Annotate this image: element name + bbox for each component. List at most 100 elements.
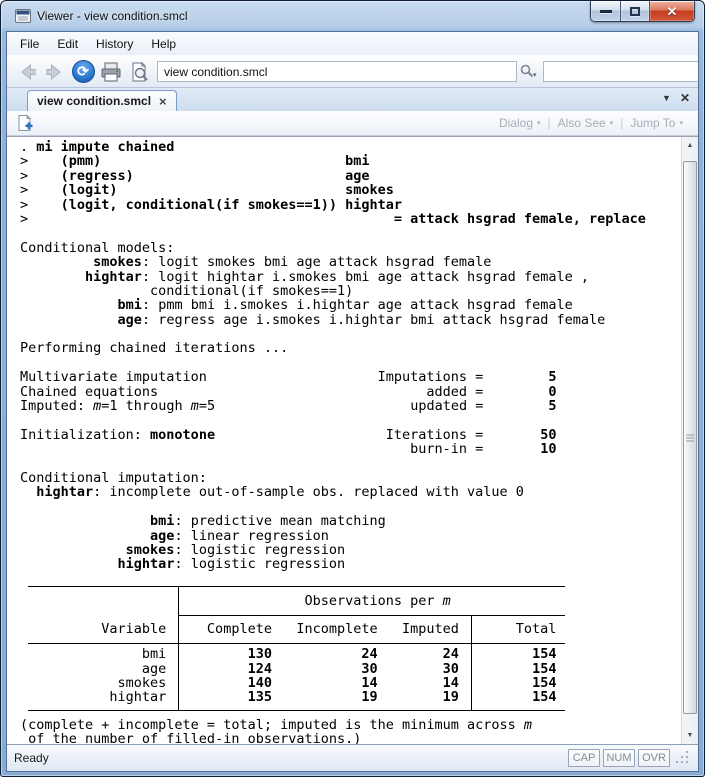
caps-lock-indicator: CAP xyxy=(568,749,600,767)
table-row: smokes 140 14 14 154 xyxy=(28,674,557,691)
output-line: > (logit) smokes xyxy=(20,182,394,199)
output-line: smokes: logit smokes bmi age attack hsgr… xyxy=(93,254,492,271)
search-options-button[interactable]: ▾ xyxy=(517,61,541,83)
print-button[interactable] xyxy=(97,58,125,86)
tab-label: view condition.smcl xyxy=(37,94,152,108)
num-lock-indicator: NUM xyxy=(603,749,635,767)
output-line: bmi: predictive mean matching xyxy=(150,513,386,530)
also-see-menu-button[interactable]: Also See ▾ xyxy=(551,116,621,130)
dialog-menu-button[interactable]: Dialog ▾ xyxy=(492,116,548,130)
scroll-up-button[interactable]: ▲ xyxy=(682,137,698,154)
tabbar-controls: ▼ ✕ xyxy=(662,92,690,104)
scroll-down-icon: ▼ xyxy=(686,732,694,739)
output-line: smokes: logistic regression xyxy=(125,541,346,558)
output-line: of the number of filled-in observations.… xyxy=(20,731,362,744)
output-line: bmi: pmm bmi i.smokes i.hightar age atta… xyxy=(117,297,573,314)
title-bar[interactable]: Viewer - view condition.smcl ✕ xyxy=(6,1,699,31)
scroll-up-icon: ▲ xyxy=(686,142,694,149)
output-line: hightar: logit hightar i.smokes bmi age … xyxy=(85,268,589,285)
printer-icon xyxy=(101,62,121,81)
tab-bar: view condition.smcl × ▼ ✕ xyxy=(7,88,698,111)
viewer-app-icon xyxy=(15,9,31,23)
viewer-window: Viewer - view condition.smcl ✕ File Edit… xyxy=(0,0,705,777)
minimize-icon xyxy=(599,9,612,13)
table-span-header: Observations per m xyxy=(304,593,451,610)
output-line: Initialization: monotone Iterations = 50 xyxy=(20,426,557,443)
client-area: File Edit History Help ⟳ view condition.… xyxy=(6,31,699,772)
window-controls: ✕ xyxy=(590,1,695,22)
tab-list-chevron-icon[interactable]: ▼ xyxy=(662,93,671,103)
tab-view-condition[interactable]: view condition.smcl × xyxy=(27,90,177,111)
menu-edit[interactable]: Edit xyxy=(48,34,87,54)
status-bar: Ready CAP NUM OVR xyxy=(7,744,698,771)
scrollbar-track[interactable] xyxy=(682,154,698,727)
menu-history[interactable]: History xyxy=(87,34,142,54)
jump-to-menu-button[interactable]: Jump To ▾ xyxy=(623,116,690,130)
overwrite-indicator: OVR xyxy=(638,749,670,767)
minimize-button[interactable] xyxy=(591,1,620,21)
output-footnote: (complete + incomplete = total; imputed … xyxy=(20,716,681,744)
resize-grip-icon xyxy=(676,750,688,763)
status-text: Ready xyxy=(14,751,49,765)
scrollbar-grip-icon xyxy=(686,434,694,441)
refresh-button[interactable]: ⟳ xyxy=(69,58,97,86)
output-line: Imputed: m=1 through m=5 updated = 5 xyxy=(20,398,557,415)
output-line: hightar: incomplete out-of-sample obs. r… xyxy=(36,484,524,501)
search-input[interactable] xyxy=(542,61,698,82)
resize-grip[interactable] xyxy=(676,750,691,766)
output-line: age: linear regression xyxy=(150,527,329,544)
menu-file[interactable]: File xyxy=(11,34,48,54)
menu-bar: File Edit History Help xyxy=(7,32,698,55)
menu-help[interactable]: Help xyxy=(142,34,185,54)
output-line: age: regress age i.smokes i.hightar bmi … xyxy=(117,311,606,328)
table-row: age 124 30 30 154 xyxy=(28,660,557,677)
forward-arrow-icon xyxy=(46,63,61,80)
output-block: . mi impute chained > (pmm) bmi > (regress… xyxy=(20,140,681,586)
maximize-icon xyxy=(630,6,640,16)
main-toolbar: ⟳ ▾ xyxy=(7,55,698,88)
table-column-header: Variable Complete Incomplete Imputed Tot… xyxy=(28,621,557,638)
dialog-caret-icon: ▾ xyxy=(537,120,541,127)
output-line: > (pmm) bmi xyxy=(20,153,370,170)
new-viewer-button[interactable] xyxy=(15,113,35,133)
table-vline xyxy=(178,587,180,710)
content-area: . mi impute chained > (pmm) bmi > (regress… xyxy=(7,136,698,744)
back-button[interactable] xyxy=(13,58,41,86)
search-options-caret-icon: ▾ xyxy=(533,71,537,79)
close-icon: ✕ xyxy=(666,3,678,19)
new-document-icon xyxy=(18,114,33,131)
output-line: . mi impute chained xyxy=(20,139,175,155)
close-window-button[interactable]: ✕ xyxy=(649,1,694,21)
doc-toolbar-menus: Dialog ▾ | Also See ▾ | Jump To ▾ xyxy=(492,116,690,130)
table-body: bmi 130 24 24 154 age 124 30 30 154 smok… xyxy=(28,643,565,710)
forward-button[interactable] xyxy=(41,58,69,86)
output-line: Chained equations added = 0 xyxy=(20,383,557,400)
output-line: Performing chained iterations ... xyxy=(20,340,289,357)
also-see-caret-icon: ▾ xyxy=(609,120,614,127)
table-vline xyxy=(471,616,473,710)
output-line: Conditional imputation: xyxy=(20,469,207,486)
observations-table: Observations per m Variable Complete Inc… xyxy=(28,586,565,711)
scroll-down-button[interactable]: ▼ xyxy=(682,727,698,744)
output-line: (complete + incomplete = total; imputed … xyxy=(20,716,533,733)
tabbar-close-icon[interactable]: ✕ xyxy=(680,92,690,104)
table-row: hightar 135 19 19 154 xyxy=(28,689,557,706)
vertical-scrollbar[interactable]: ▲ ▼ xyxy=(681,137,698,744)
output-line: Conditional models: xyxy=(20,239,175,256)
smcl-output: . mi impute chained > (pmm) bmi > (regress… xyxy=(7,137,681,744)
tab-close-icon[interactable]: × xyxy=(159,95,167,108)
back-arrow-icon xyxy=(21,63,36,80)
output-line: burn-in = 10 xyxy=(410,441,557,458)
scrollbar-thumb[interactable] xyxy=(683,161,697,714)
table-row: bmi 130 24 24 154 xyxy=(28,646,557,663)
output-line: > (regress) age xyxy=(20,167,370,184)
document-toolbar: Dialog ▾ | Also See ▾ | Jump To ▾ xyxy=(7,111,698,136)
maximize-button[interactable] xyxy=(620,1,649,21)
preview-log-button[interactable] xyxy=(125,58,153,86)
address-input[interactable] xyxy=(157,61,517,82)
